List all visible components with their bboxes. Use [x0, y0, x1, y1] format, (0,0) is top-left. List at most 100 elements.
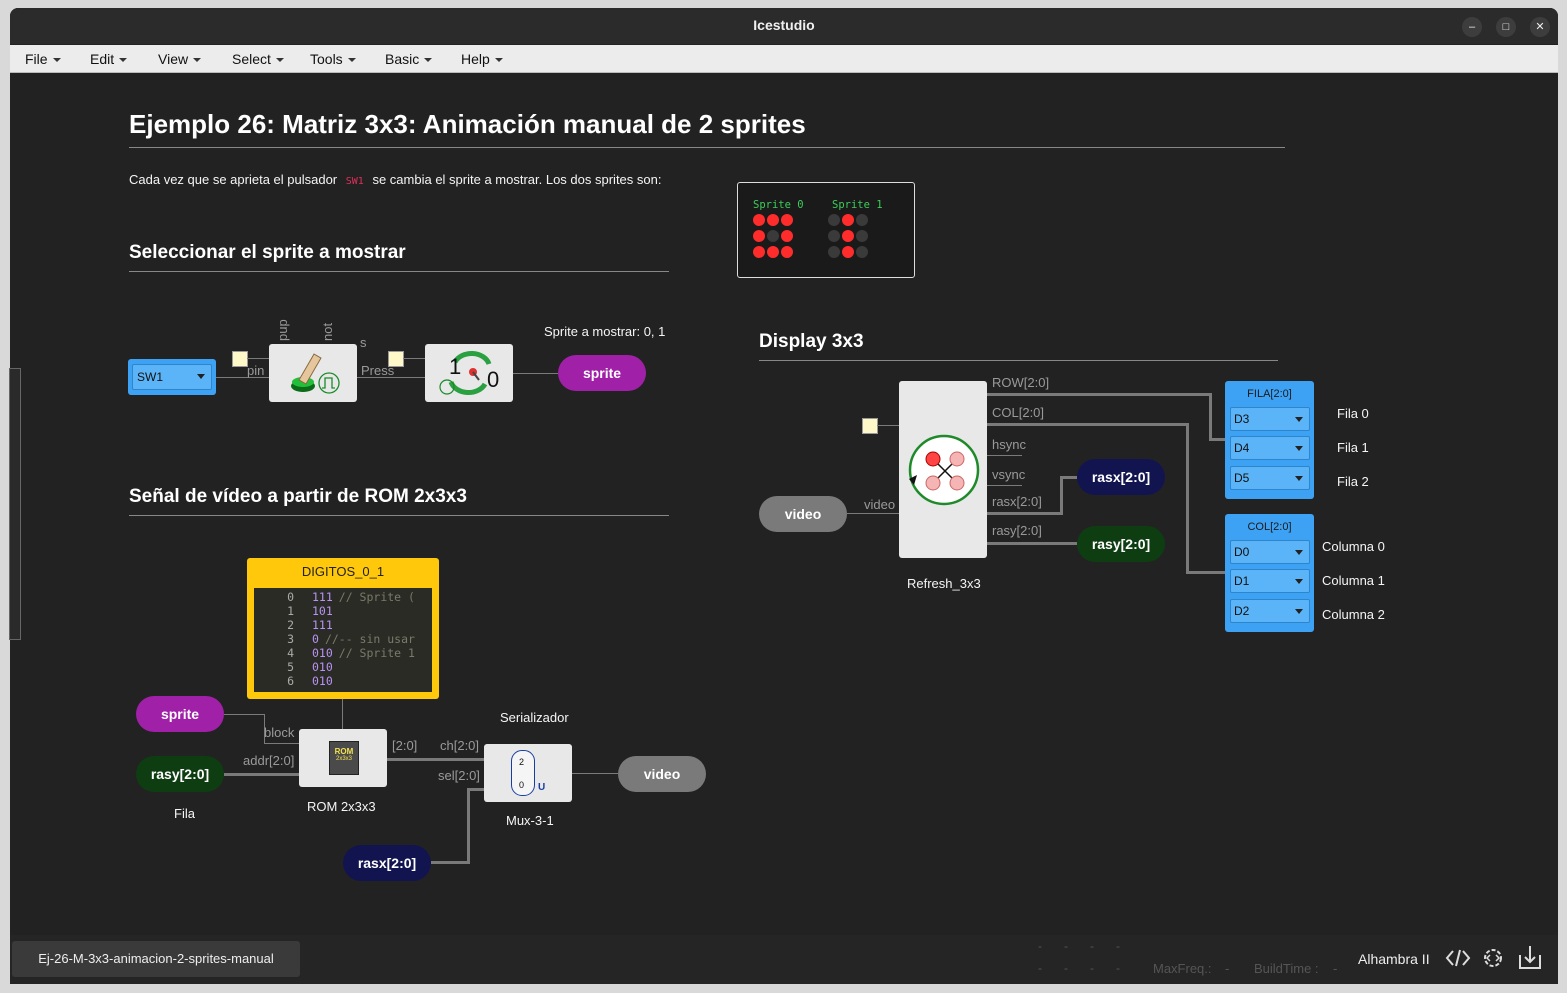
constant-param-1[interactable]: [232, 351, 248, 367]
wire-hsync: [987, 455, 1022, 456]
side-panel-edge[interactable]: [9, 368, 21, 640]
label-rasy-left[interactable]: rasy[2:0]: [136, 756, 224, 792]
wire-row-b: [1209, 393, 1212, 441]
sw1-input-block[interactable]: SW1: [128, 359, 216, 395]
toggle-zero: 0: [487, 367, 500, 392]
buildtime-value: -: [1333, 961, 1338, 976]
port-not: not: [320, 322, 335, 341]
rom-name: ROM 2x3x3: [307, 799, 376, 814]
mux-icon: 2 0: [511, 750, 535, 796]
memory-line: 1 101: [287, 604, 333, 618]
label-sprite-out[interactable]: sprite: [558, 355, 646, 391]
sprite-led: [753, 246, 765, 258]
fila-select-2[interactable]: D5: [1230, 466, 1310, 490]
file-tab[interactable]: Ej-26-M-3x3-animacion-2-sprites-manual: [12, 941, 300, 977]
sprite0-grid: [753, 214, 797, 258]
fila-select-0[interactable]: D3: [1230, 407, 1310, 431]
port-addr: addr[2:0]: [243, 753, 295, 768]
port-col: COL[2:0]: [992, 405, 1045, 420]
menu-bar: File Edit View Select Tools Basic Help: [10, 45, 1558, 73]
title-bar: Icestudio – □ ✕: [10, 8, 1558, 44]
sprite-led: [856, 214, 868, 226]
buildtime-label: BuildTime :: [1254, 961, 1319, 976]
sprites-preview: Sprite 0 Sprite 1: [737, 182, 915, 278]
board-name[interactable]: Alhambra II: [1358, 951, 1430, 967]
sprite-led: [828, 230, 840, 242]
col-output-block[interactable]: COL[2:0] D0 D1 D2: [1225, 514, 1314, 632]
sprite-led: [767, 230, 779, 242]
wire-rasx-r-b: [1060, 476, 1063, 515]
sprite-led: [781, 246, 793, 258]
memory-block[interactable]: DIGITOS_0_1 0 111// Sprite (1 101 2 111 3 0//-…: [247, 558, 439, 699]
wire-param-2: [403, 358, 425, 359]
refresh-icon: [908, 434, 980, 506]
port-rom-out: [2:0]: [392, 738, 418, 753]
label-sprite-in[interactable]: sprite: [136, 696, 224, 732]
build-gear-icon[interactable]: [1480, 945, 1506, 971]
wire-rasx-c: [431, 861, 470, 864]
mux-block[interactable]: 2 0 U: [484, 744, 572, 802]
toggle-block[interactable]: 1 0: [425, 344, 513, 402]
wire-col-a: [987, 423, 1189, 426]
wire-param-1: [247, 358, 269, 359]
wire-toggle-sprite: [513, 373, 558, 374]
fila-label: Fila: [174, 806, 195, 821]
wire-rasy-r: [987, 542, 1077, 545]
maximize-icon[interactable]: □: [1496, 17, 1516, 37]
upload-icon[interactable]: [1517, 943, 1543, 971]
menu-select[interactable]: Select: [232, 51, 284, 67]
fila-name-0: Fila 0: [1337, 406, 1369, 421]
wire-rasx-r-a: [987, 512, 1063, 515]
fila-select-1[interactable]: D4: [1230, 436, 1310, 460]
sprite-led: [828, 246, 840, 258]
menu-tools[interactable]: Tools: [310, 51, 356, 67]
menu-file[interactable]: File: [25, 51, 61, 67]
wire-param-3: [877, 425, 899, 426]
label-video-in[interactable]: video: [759, 496, 847, 532]
sprite-led: [753, 230, 765, 242]
col-select-1[interactable]: D1: [1230, 569, 1310, 593]
wire-mux-video: [572, 773, 618, 774]
label-rasy-right[interactable]: rasy[2:0]: [1077, 526, 1165, 562]
port-s: s: [360, 335, 367, 350]
fila-output-block[interactable]: FILA[2:0] D3 D4 D5: [1225, 381, 1314, 499]
fila-name-1: Fila 1: [1337, 440, 1369, 455]
wire-col-b: [1186, 423, 1189, 574]
close-icon[interactable]: ✕: [1530, 17, 1550, 37]
refresh-block[interactable]: [899, 381, 987, 558]
menu-help[interactable]: Help: [461, 51, 503, 67]
menu-basic[interactable]: Basic: [385, 51, 433, 67]
sprite-led: [753, 214, 765, 226]
port-rasy: rasy[2:0]: [992, 523, 1042, 538]
sprite-note: Sprite a mostrar: 0, 1: [544, 324, 666, 339]
memory-line: 5 010: [287, 660, 333, 674]
status-bar: Ej-26-M-3x3-animacion-2-sprites-manual -…: [10, 935, 1558, 984]
sprite-led: [842, 214, 854, 226]
col-select-2[interactable]: D2: [1230, 599, 1310, 623]
sprite-led: [767, 246, 779, 258]
code-icon[interactable]: [1445, 947, 1471, 969]
button-block[interactable]: [269, 344, 357, 402]
constant-param-2[interactable]: [388, 351, 404, 367]
toggle-one: 1: [449, 354, 462, 379]
sprite1-label: Sprite 1: [832, 199, 883, 211]
serializer-label: Serializador: [500, 710, 569, 725]
memory-editor[interactable]: 0 111// Sprite (1 101 2 111 3 0//-- sin usar 4 0…: [254, 588, 432, 692]
design-canvas[interactable]: Ejemplo 26: Matriz 3x3: Animación manual…: [10, 73, 1558, 935]
sw1-select[interactable]: SW1: [132, 364, 212, 390]
minimize-icon[interactable]: –: [1462, 17, 1482, 37]
label-video-out[interactable]: video: [618, 756, 706, 792]
port-row: ROW[2:0]: [992, 375, 1050, 390]
constant-param-3[interactable]: [862, 418, 878, 434]
menu-view[interactable]: View: [158, 51, 202, 67]
toggle-icon: [439, 350, 492, 396]
menu-edit[interactable]: Edit: [90, 51, 128, 67]
label-rasx-right[interactable]: rasx[2:0]: [1077, 459, 1165, 495]
rom-block[interactable]: ROM 2x3x3: [299, 729, 387, 787]
section2-rule: [129, 515, 669, 516]
sprite-led: [767, 214, 779, 226]
wire-row-c: [1209, 438, 1225, 441]
label-rasx-left[interactable]: rasx[2:0]: [343, 845, 431, 881]
window-title: Icestudio: [753, 17, 815, 33]
col-select-0[interactable]: D0: [1230, 540, 1310, 564]
